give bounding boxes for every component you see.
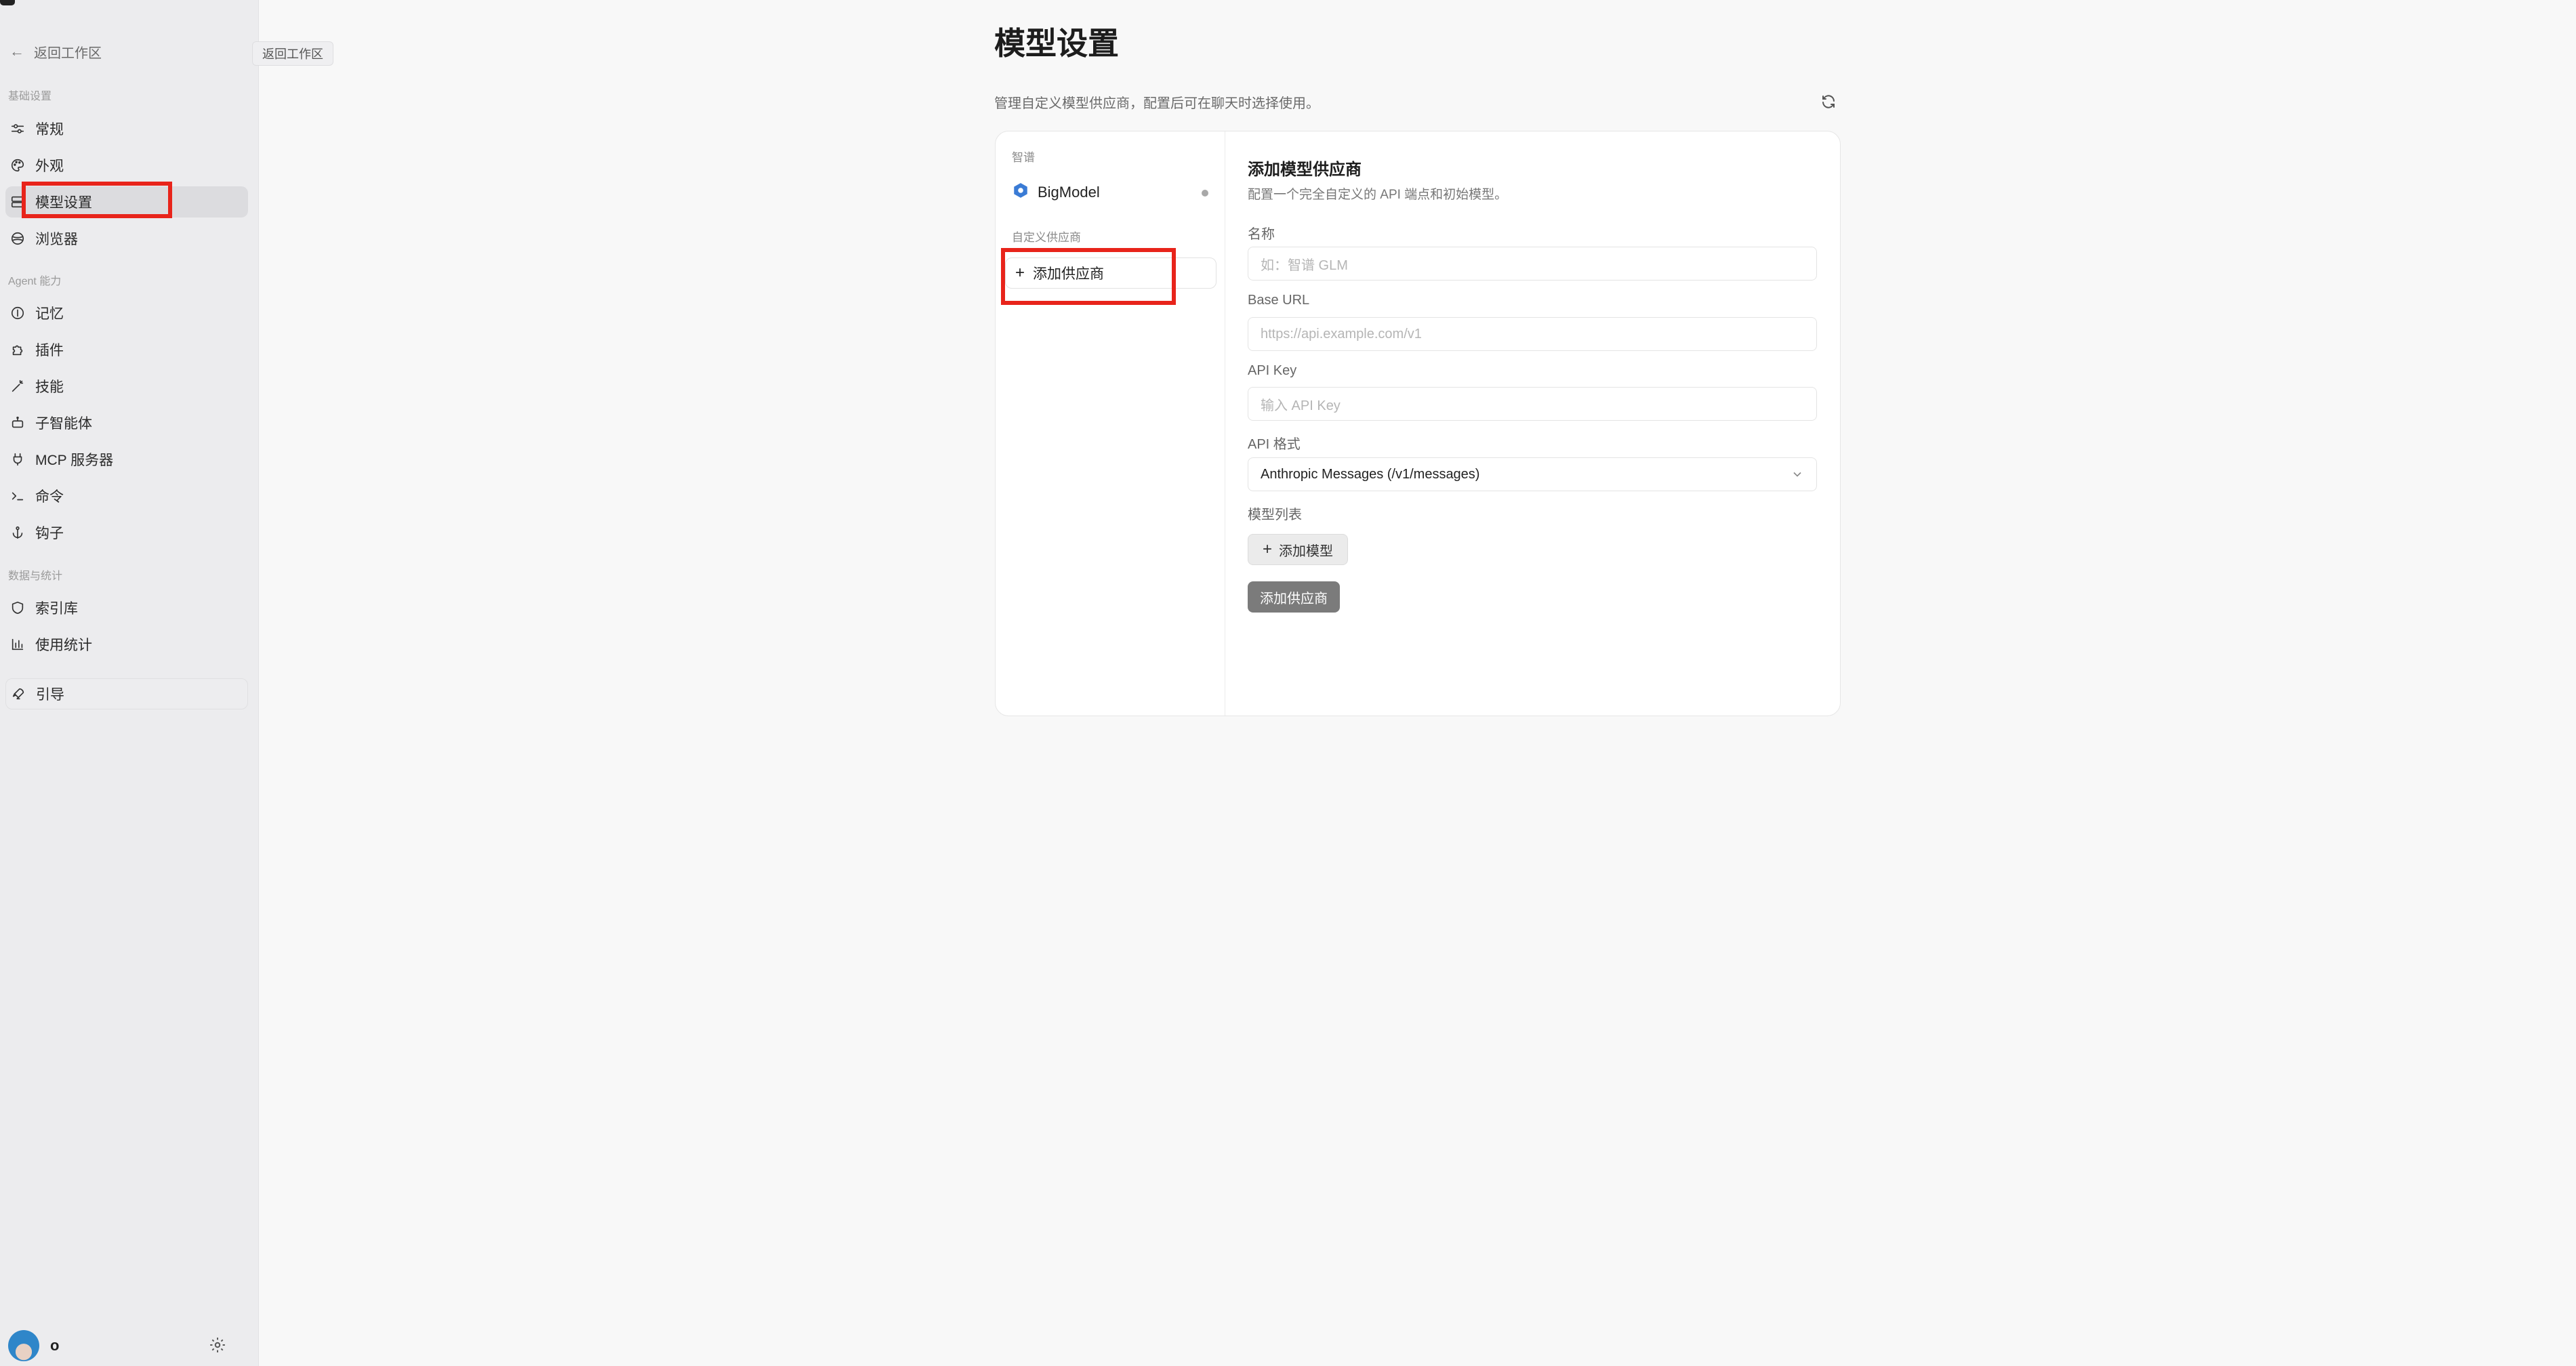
sidebar-item-commands[interactable]: 命令 [5,480,248,512]
app-logo [0,0,15,5]
sidebar-item-guide[interactable]: 引导 [5,678,248,709]
sidebar-item-label: 技能 [35,379,64,395]
back-label: 返回工作区 [34,45,102,61]
form-title: 添加模型供应商 [1248,161,1362,179]
sidebar-item-appearance[interactable]: 外观 [5,150,248,181]
sidebar-item-label: 索引库 [35,601,78,617]
shield-icon [9,600,26,616]
status-dot [1202,190,1208,196]
plus-icon: + [1015,264,1025,282]
provider-card: 智谱 BigModel 自定义供应商 + 添加供应商 添加模型供应商 配置一个完… [995,131,1841,716]
server-icon [9,194,26,210]
model-list-label: 模型列表 [1248,508,1302,522]
palette-icon [9,157,26,173]
sidebar-item-label: 常规 [35,122,64,138]
anchor-icon [9,524,26,541]
bot-icon [9,415,26,431]
sidebar-item-label: 浏览器 [35,232,78,247]
add-provider-form: 添加模型供应商 配置一个完全自定义的 API 端点和初始模型。 名称 如：智谱 … [1248,131,1817,716]
sidebar-item-label: 模型设置 [35,195,92,211]
puzzle-icon [9,342,26,358]
sidebar-item-hooks[interactable]: 钩子 [5,517,248,548]
sidebar-item-label: 子智能体 [35,416,92,432]
user-name: o [50,1337,60,1354]
api-key-field[interactable]: 输入 API Key [1248,387,1817,421]
add-provider-item[interactable]: + 添加供应商 [1005,257,1217,289]
sidebar-item-label: 引导 [36,687,64,703]
sidebar: ← 返回工作区 基础设置 常规 外观 模型设置 浏览器 Agent 能力 记忆 [0,0,259,1366]
info-circle-icon [9,305,26,321]
provider-list: 智谱 BigModel 自定义供应商 + 添加供应商 [996,131,1225,716]
arrow-left-icon: ← [9,43,24,60]
bar-chart-icon [9,636,26,653]
base-url-label: Base URL [1248,293,1310,308]
sidebar-item-label: 插件 [35,343,64,358]
sidebar-item-subagents[interactable]: 子智能体 [5,407,248,438]
sidebar-item-general[interactable]: 常规 [5,113,248,144]
provider-name: BigModel [1038,184,1100,201]
sidebar-item-label: 外观 [35,159,64,174]
add-provider-label: 添加供应商 [1033,266,1105,282]
chevron-down-icon [1791,468,1804,481]
terminal-icon [9,488,26,504]
sidebar-item-usage[interactable]: 使用统计 [5,629,248,660]
builtin-label: 智谱 [1012,151,1035,164]
api-format-label: API 格式 [1248,437,1301,452]
sliders-icon [9,121,26,137]
user-area: o [5,1325,249,1366]
sidebar-item-label: 钩子 [35,526,64,541]
name-label: 名称 [1248,227,1275,242]
provider-item-bigmodel[interactable]: BigModel [1012,179,1208,206]
rocket-icon [10,686,26,702]
refresh-icon[interactable] [1820,94,1837,110]
back-to-workspace-link[interactable]: ← 返回工作区 [9,41,102,62]
name-field[interactable]: 如：智谱 GLM [1248,247,1817,281]
add-model-button[interactable]: + 添加模型 [1248,534,1348,565]
add-model-label: 添加模型 [1279,543,1333,559]
sidebar-item-mcp[interactable]: MCP 服务器 [5,444,248,475]
base-url-field[interactable]: https://api.example.com/v1 [1248,317,1817,351]
sidebar-item-label: MCP 服务器 [35,453,114,468]
provider-hex-icon [1012,182,1029,203]
api-format-select[interactable]: Anthropic Messages (/v1/messages) [1248,457,1817,491]
plug-icon [9,451,26,468]
custom-label: 自定义供应商 [1012,231,1081,244]
page-title: 模型设置 [994,26,1119,61]
sidebar-item-label: 命令 [35,489,64,505]
sidebar-item-label: 记忆 [35,306,64,322]
sidebar-item-plugins[interactable]: 插件 [5,334,248,365]
globe-icon [9,230,26,247]
sidebar-item-model-settings[interactable]: 模型设置 [5,186,248,218]
plus-icon: + [1262,540,1272,558]
form-description: 配置一个完全自定义的 API 端点和初始模型。 [1248,188,1508,202]
section-label-agent: Agent 能力 [8,276,62,287]
avatar[interactable] [8,1330,39,1361]
sidebar-item-browser[interactable]: 浏览器 [5,223,248,254]
gear-icon[interactable] [209,1336,226,1354]
submit-provider-button[interactable]: 添加供应商 [1248,581,1340,613]
page-description: 管理自定义模型供应商，配置后可在聊天时选择使用。 [994,96,1320,111]
sidebar-item-label: 使用统计 [35,638,92,653]
sidebar-item-memory[interactable]: 记忆 [5,297,248,329]
section-label-data: 数据与统计 [8,571,63,582]
api-format-value: Anthropic Messages (/v1/messages) [1261,466,1480,482]
sidebar-item-index[interactable]: 索引库 [5,592,248,623]
back-tooltip: 返回工作区 [252,41,333,66]
api-key-label: API Key [1248,363,1297,378]
sidebar-item-skills[interactable]: 技能 [5,371,248,402]
section-label-basic: 基础设置 [8,91,52,102]
wand-icon [9,378,26,394]
